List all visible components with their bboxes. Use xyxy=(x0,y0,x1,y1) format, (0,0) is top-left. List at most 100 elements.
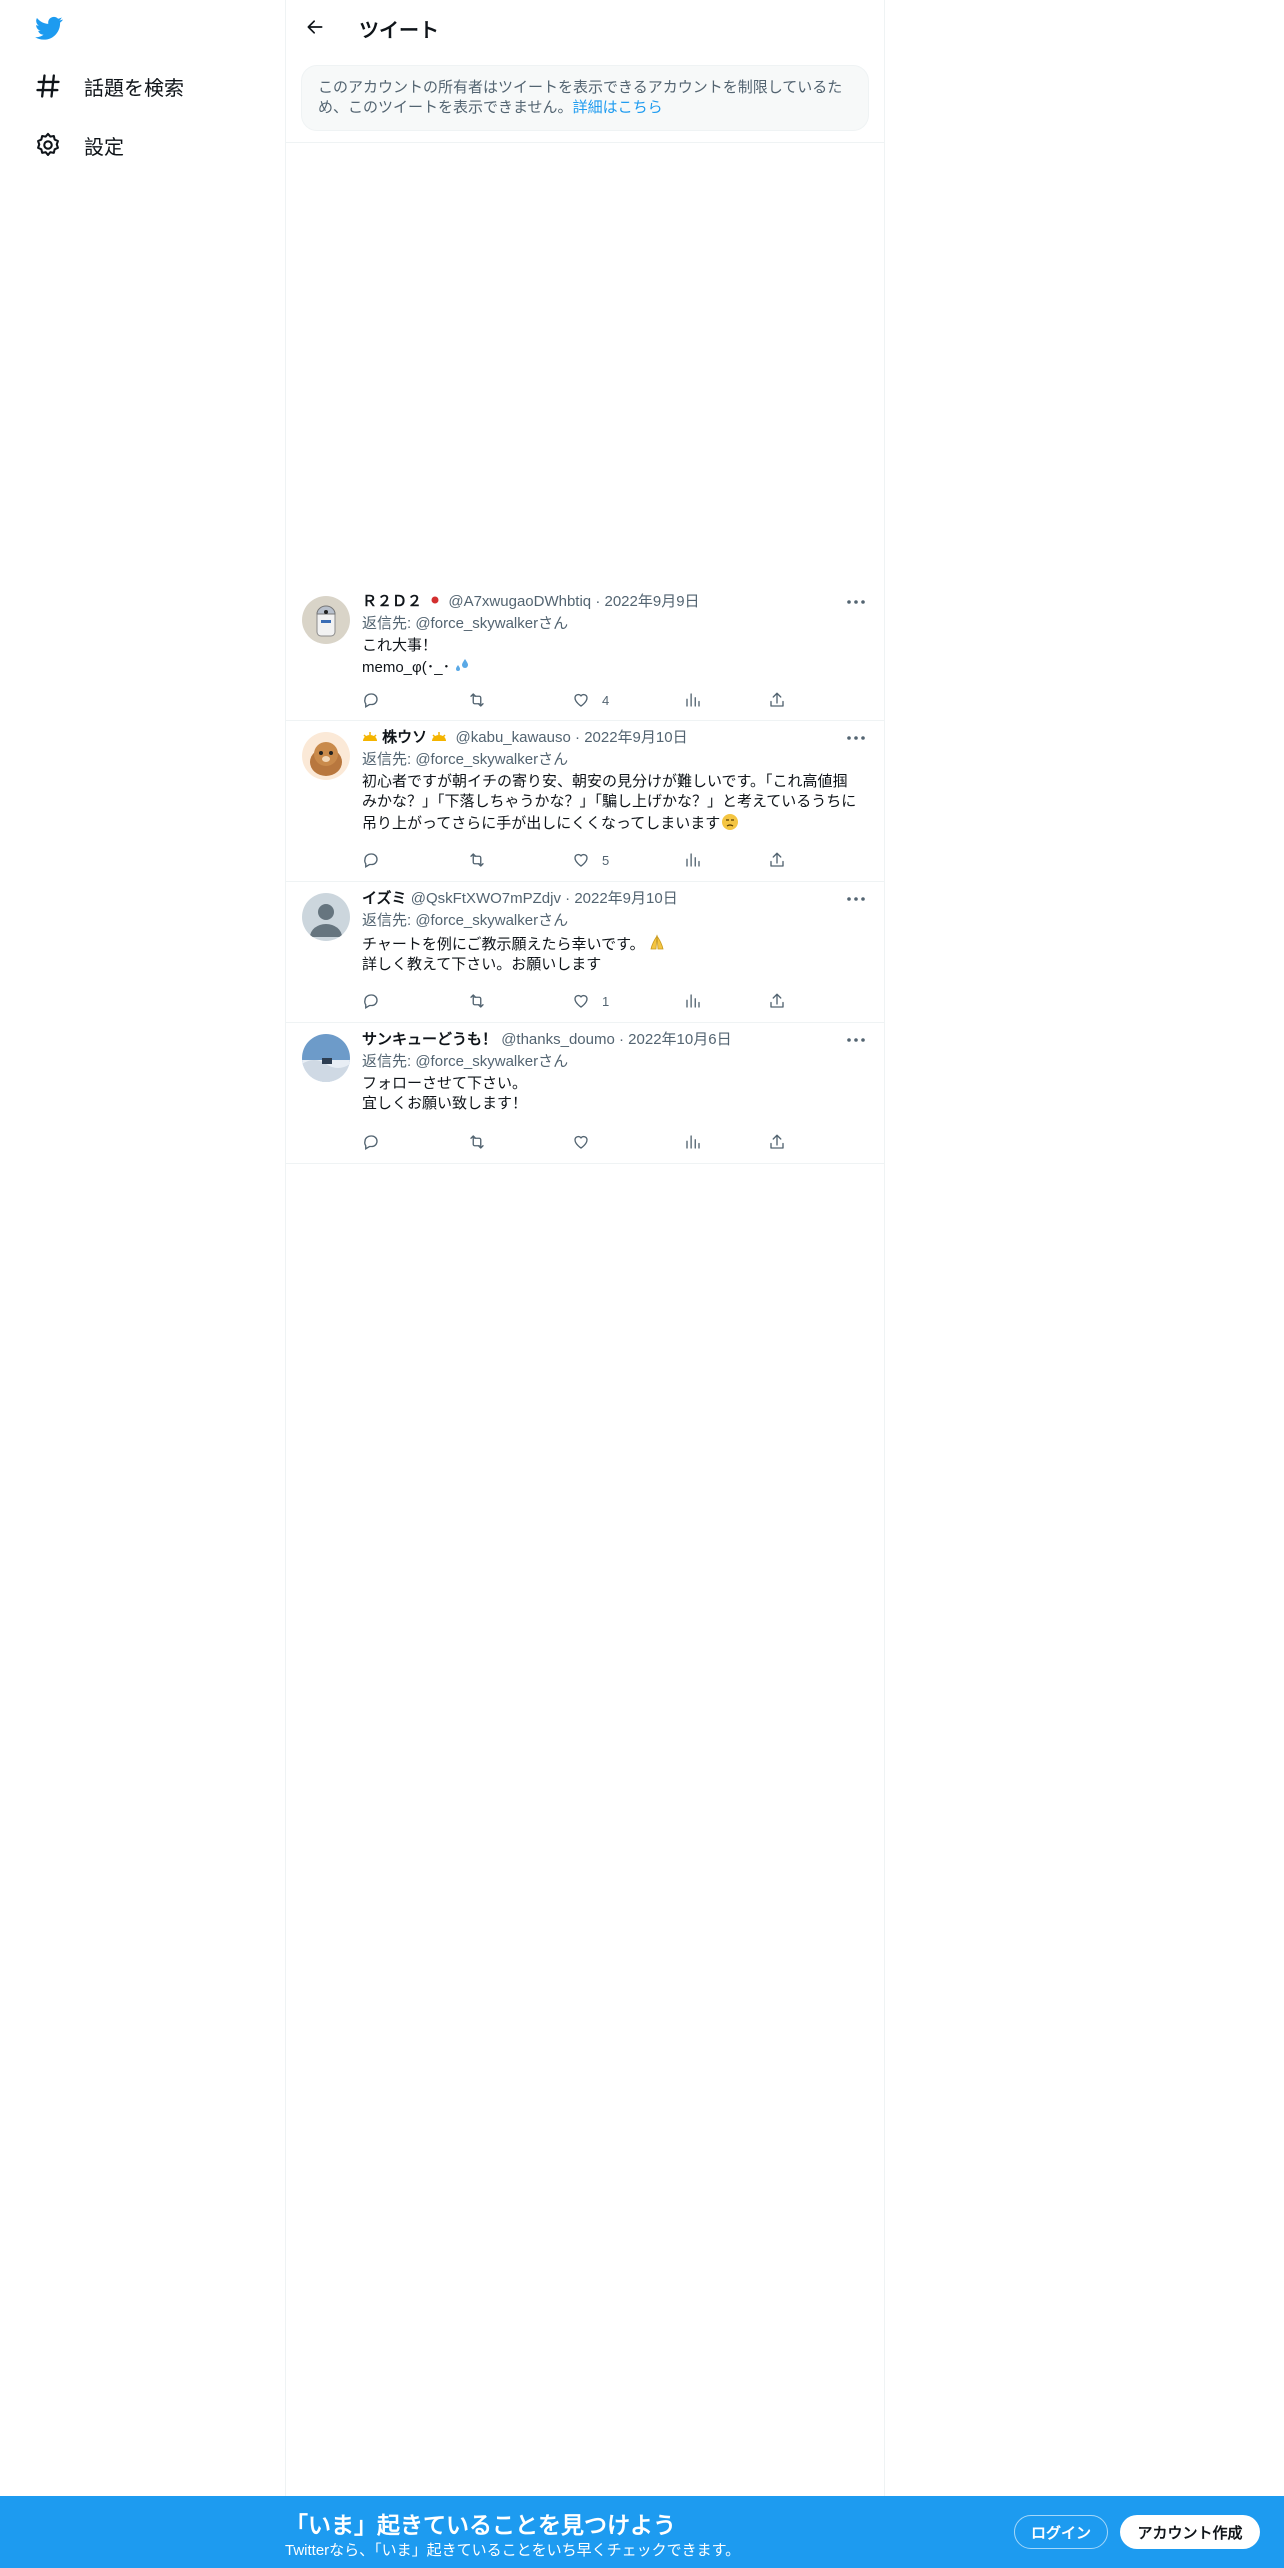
separator-dot: · xyxy=(595,593,601,610)
retweet-icon xyxy=(470,853,484,867)
sidebar-item-label: 設定 xyxy=(84,136,124,159)
reply-to[interactable]: 返信先: @force_skywalkerさん xyxy=(362,1052,568,1072)
tweet-date[interactable]: 2022年10月6日 xyxy=(628,1031,731,1048)
sidebar-item-settings[interactable]: 設定 xyxy=(22,117,136,173)
back-button[interactable] xyxy=(298,10,332,44)
like-button[interactable]: 4 xyxy=(572,688,609,712)
emoji-icon xyxy=(363,732,377,741)
user-handle[interactable]: @A7xwugaoDWhbtiq xyxy=(448,593,591,610)
login-button[interactable]: ログイン xyxy=(1014,2515,1108,2549)
tweet-line: 宜しくお願い致します！ xyxy=(362,1095,528,1112)
share-icon xyxy=(770,993,784,1008)
emoji-icon xyxy=(432,732,447,741)
tweet[interactable]: Ｒ２Ｄ２ @A7xwugaoDWhbtiq · 2022年9月9日 返信先: @… xyxy=(286,584,884,721)
reply-button[interactable] xyxy=(362,688,380,712)
tweet-text: チャートを例にご教示願えたら幸いです。 詳しく教えて下さい。お願いします xyxy=(362,933,868,975)
share-button[interactable] xyxy=(768,989,786,1013)
tweet[interactable]: 株ウソ @kabu_kawauso · 2022年9月10日 返信先: @for… xyxy=(286,720,884,882)
tweet-actions: 1 xyxy=(362,989,802,1013)
analytics-icon xyxy=(686,693,700,707)
hashtag-icon xyxy=(36,74,60,98)
sweat-drops-icon xyxy=(456,659,469,671)
retweet-button[interactable] xyxy=(468,688,486,712)
more-icon[interactable] xyxy=(844,728,868,748)
analytics-icon xyxy=(686,853,700,867)
analytics-button[interactable] xyxy=(684,989,702,1013)
heart-icon xyxy=(574,693,588,707)
tweet-date[interactable]: 2022年9月10日 xyxy=(584,729,687,746)
tweet-date[interactable]: 2022年9月9日 xyxy=(605,593,700,610)
tweet-date[interactable]: 2022年9月10日 xyxy=(574,890,677,907)
heart-icon xyxy=(574,853,588,867)
analytics-button[interactable] xyxy=(684,688,702,712)
more-icon[interactable] xyxy=(844,889,868,909)
arrow-left-icon xyxy=(307,20,323,34)
analytics-icon xyxy=(686,1135,700,1149)
tweet-text: これ大事！ memo_φ(･_･ xyxy=(362,636,868,678)
restricted-notice: このアカウントの所有者はツイートを表示できるアカウントを制限しているため、このツ… xyxy=(301,65,869,131)
tweet[interactable]: イズミ @QskFtXWO7mPZdjv · 2022年9月10日 返信先: @… xyxy=(286,881,884,1023)
tweet-line: これ大事！ xyxy=(362,637,438,654)
sidebar-item-explore[interactable]: 話題を検索 xyxy=(22,58,196,114)
signup-banner: 「いま」起きていることを見つけよう Twitterなら、「いま」起きていることを… xyxy=(0,2496,1284,2568)
banner-title: 「いま」起きていることを見つけよう xyxy=(285,2512,676,2538)
tweet[interactable]: サンキューどうも！ @thanks_doumo · 2022年10月6日 返信先… xyxy=(286,1022,884,1164)
tweet-line: 初心者ですが朝イチの寄り安、朝安の見分けが難しいです。「これ高値掴みかな？」「下… xyxy=(362,773,857,832)
avatar[interactable] xyxy=(302,893,350,941)
sidebar-item-label: 話題を検索 xyxy=(84,77,184,100)
gear-icon xyxy=(37,132,59,156)
share-button[interactable] xyxy=(768,848,786,872)
user-handle[interactable]: @kabu_kawauso xyxy=(456,729,571,746)
like-count: 5 xyxy=(602,852,610,868)
tweet-line: フォローさせて下さい。 xyxy=(362,1075,528,1092)
page-title: ツイート xyxy=(359,20,439,42)
share-icon xyxy=(770,852,784,867)
reply-icon xyxy=(364,693,378,708)
reply-button[interactable] xyxy=(362,989,380,1013)
like-button[interactable]: 1 xyxy=(572,989,609,1013)
reply-to[interactable]: 返信先: @force_skywalkerさん xyxy=(362,614,568,634)
heart-icon xyxy=(574,994,588,1008)
display-name[interactable]: 株ウソ xyxy=(382,729,427,746)
analytics-button[interactable] xyxy=(684,848,702,872)
avatar[interactable] xyxy=(302,732,350,780)
avatar[interactable] xyxy=(302,1034,350,1082)
retweet-button[interactable] xyxy=(468,1130,486,1154)
tweet-line-wrap: チャートを例にご教示願えたら幸いです。 xyxy=(362,933,868,955)
reply-button[interactable] xyxy=(362,848,380,872)
share-button[interactable] xyxy=(768,688,786,712)
learn-more-link[interactable]: 詳細はこちら xyxy=(573,99,663,116)
reply-button[interactable] xyxy=(362,1130,380,1154)
reply-icon xyxy=(364,853,378,868)
banner-subtitle: Twitterなら、「いま」起きていることをいち早くチェックできます。 xyxy=(285,2542,741,2559)
retweet-icon xyxy=(470,994,484,1008)
separator-dot: · xyxy=(575,729,581,746)
share-icon xyxy=(770,1134,784,1149)
analytics-button[interactable] xyxy=(684,1130,702,1154)
signup-button[interactable]: アカウント作成 xyxy=(1120,2515,1260,2549)
reply-to[interactable]: 返信先: @force_skywalkerさん xyxy=(362,750,568,770)
twitter-logo-icon[interactable] xyxy=(33,14,65,42)
user-handle[interactable]: @thanks_doumo xyxy=(501,1031,615,1048)
analytics-icon xyxy=(686,994,700,1008)
display-name[interactable]: イズミ xyxy=(362,890,407,907)
display-name[interactable]: Ｒ２Ｄ２ xyxy=(362,593,422,610)
divider xyxy=(286,142,884,143)
retweet-icon xyxy=(470,1135,484,1149)
tweet-line-wrap: memo_φ(･_･ xyxy=(362,656,868,678)
display-name[interactable]: サンキューどうも！ xyxy=(362,1031,497,1048)
tweet-header: サンキューどうも！ @thanks_doumo · 2022年10月6日 xyxy=(362,1030,732,1050)
like-button[interactable]: 5 xyxy=(572,848,609,872)
reply-icon xyxy=(364,994,378,1009)
like-button[interactable] xyxy=(572,1130,602,1154)
retweet-button[interactable] xyxy=(468,989,486,1013)
more-icon[interactable] xyxy=(844,592,868,612)
avatar[interactable] xyxy=(302,596,350,644)
user-handle[interactable]: @QskFtXWO7mPZdjv xyxy=(411,890,561,907)
retweet-button[interactable] xyxy=(468,848,486,872)
reply-to[interactable]: 返信先: @force_skywalkerさん xyxy=(362,911,568,931)
share-button[interactable] xyxy=(768,1130,786,1154)
more-icon[interactable] xyxy=(844,1030,868,1050)
retweet-icon xyxy=(470,693,484,707)
sad-face-icon xyxy=(722,814,739,830)
